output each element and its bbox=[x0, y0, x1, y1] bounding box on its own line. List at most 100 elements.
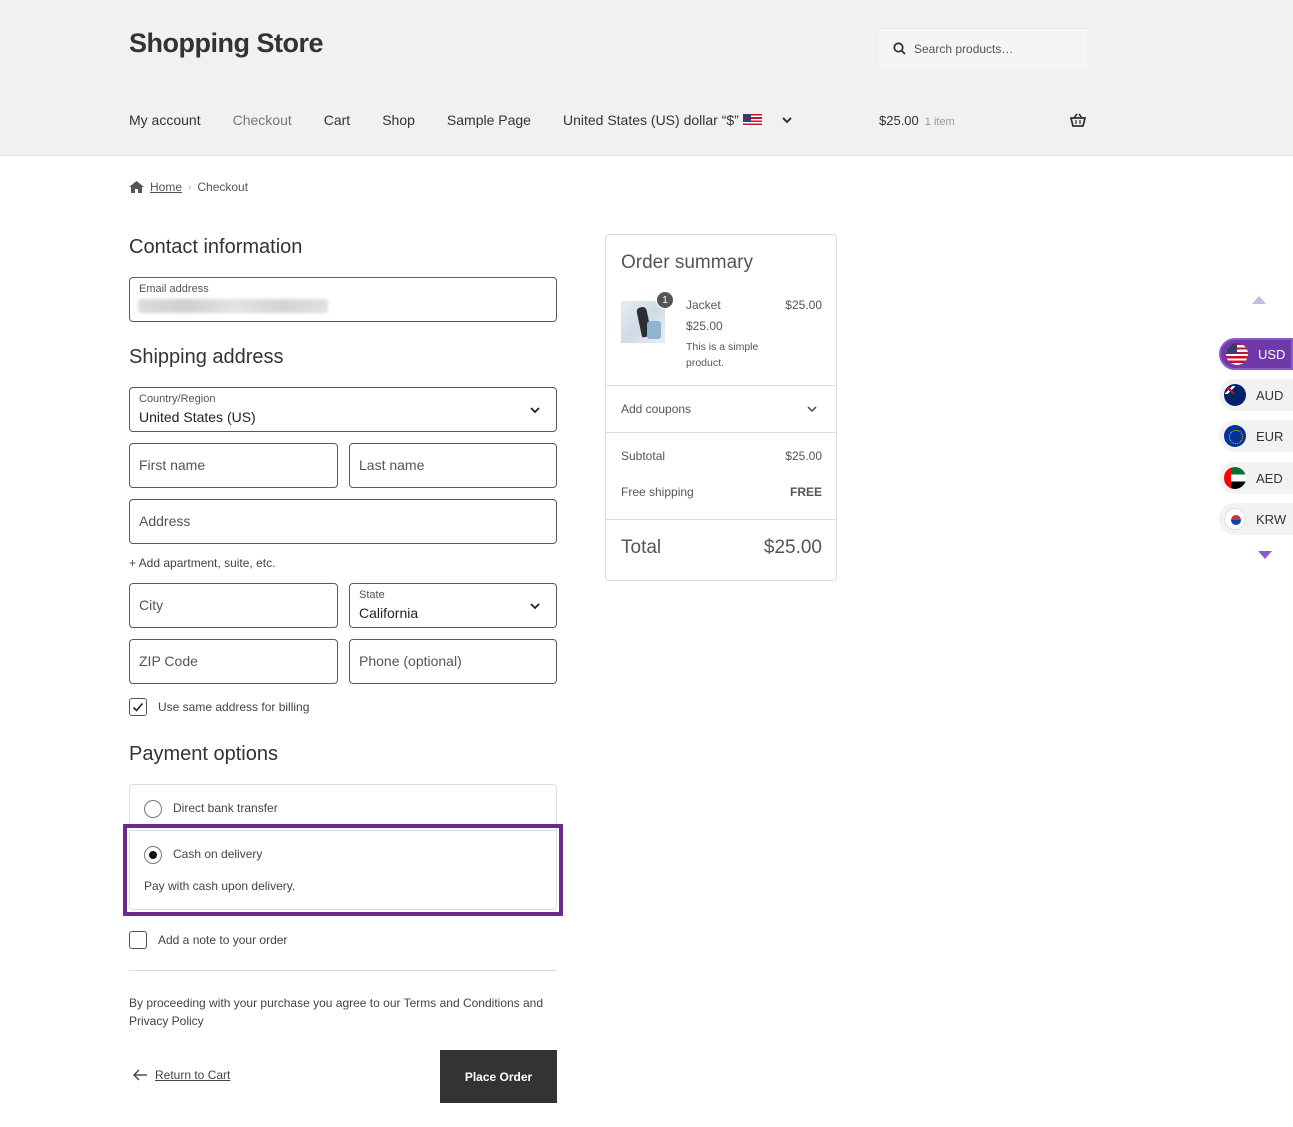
country-value: United States (US) bbox=[139, 409, 256, 425]
currency-dropdown-label: United States (US) dollar “$” bbox=[562, 112, 739, 128]
state-label: State bbox=[359, 589, 385, 601]
checkmark-icon bbox=[132, 702, 144, 712]
currency-eur[interactable]: EUR bbox=[1219, 420, 1293, 452]
header-cart[interactable]: $25.00 1 item bbox=[879, 113, 955, 128]
shipping-heading: Shipping address bbox=[129, 346, 284, 368]
phone-placeholder: Phone (optional) bbox=[359, 653, 462, 669]
subtotal-label: Subtotal bbox=[621, 449, 666, 463]
currency-code: EUR bbox=[1256, 428, 1284, 444]
site-title[interactable]: Shopping Store bbox=[129, 28, 323, 59]
last-name-placeholder: Last name bbox=[359, 457, 425, 473]
australia-flag-icon bbox=[1224, 384, 1246, 406]
place-order-button[interactable]: Place Order bbox=[440, 1050, 557, 1103]
total-label: Total bbox=[621, 537, 662, 558]
first-name-field[interactable]: First name bbox=[129, 443, 338, 488]
same-billing-checkbox[interactable] bbox=[129, 698, 147, 716]
order-summary-heading: Order summary bbox=[621, 252, 753, 273]
main-nav: My account Checkout Cart Shop Sample Pag… bbox=[129, 112, 794, 128]
same-billing-label[interactable]: Use same address for billing bbox=[158, 700, 309, 714]
product-name: Jacket bbox=[686, 298, 721, 312]
add-coupons-toggle[interactable]: Add coupons bbox=[621, 402, 691, 416]
return-to-cart-link[interactable]: Return to Cart bbox=[133, 1068, 230, 1082]
order-note-checkbox[interactable] bbox=[129, 931, 147, 949]
nav-shop[interactable]: Shop bbox=[382, 112, 415, 128]
checkout-divider bbox=[129, 970, 557, 971]
state-select[interactable]: State California bbox=[349, 583, 557, 628]
country-label: Country/Region bbox=[139, 393, 216, 405]
nav-cart[interactable]: Cart bbox=[324, 112, 350, 128]
product-unit-price: $25.00 bbox=[686, 319, 723, 333]
email-value-redacted bbox=[138, 299, 328, 313]
shipping-value: FREE bbox=[789, 485, 822, 499]
currency-code: KRW bbox=[1256, 511, 1287, 527]
product-line-total: $25.00 bbox=[785, 298, 822, 312]
last-name-field[interactable]: Last name bbox=[349, 443, 557, 488]
state-value: California bbox=[359, 605, 419, 621]
bank-transfer-label[interactable]: Direct bank transfer bbox=[173, 801, 278, 815]
basket-icon[interactable] bbox=[1070, 113, 1086, 127]
order-note-label[interactable]: Add a note to your order bbox=[158, 933, 287, 947]
order-summary: Order summary 1 Jacket $25.00 $25.00 Thi… bbox=[605, 234, 837, 581]
us-flag-icon bbox=[742, 113, 762, 127]
nav-sample-page[interactable]: Sample Page bbox=[447, 112, 531, 128]
scroll-up-icon[interactable] bbox=[1252, 296, 1266, 304]
us-flag-icon bbox=[1226, 343, 1248, 365]
address-field[interactable]: Address bbox=[129, 499, 557, 544]
nav-my-account[interactable]: My account bbox=[129, 112, 201, 128]
arrow-left-icon bbox=[133, 1069, 147, 1081]
zip-field[interactable]: ZIP Code bbox=[129, 639, 338, 684]
search-icon bbox=[893, 42, 906, 55]
country-select[interactable]: Country/Region United States (US) bbox=[129, 387, 557, 432]
city-field[interactable]: City bbox=[129, 583, 338, 628]
address-placeholder: Address bbox=[139, 513, 191, 529]
currency-krw[interactable]: KRW bbox=[1219, 503, 1293, 535]
bank-transfer-radio[interactable] bbox=[144, 800, 162, 818]
terms-text: By proceeding with your purchase you agr… bbox=[129, 996, 544, 1028]
chevron-down-icon[interactable] bbox=[806, 403, 818, 415]
eu-flag-icon bbox=[1224, 425, 1246, 447]
currency-usd[interactable]: USD bbox=[1219, 338, 1293, 370]
email-label: Email address bbox=[139, 283, 209, 295]
product-thumbnail bbox=[621, 301, 665, 343]
currency-dropdown[interactable]: United States (US) dollar “$” bbox=[563, 112, 794, 128]
breadcrumb: Home › Checkout bbox=[129, 180, 248, 194]
currency-code: AED bbox=[1256, 470, 1283, 486]
product-description: This is a simple product. bbox=[686, 341, 759, 369]
summary-divider bbox=[606, 432, 836, 433]
cash-on-delivery-radio[interactable] bbox=[144, 846, 162, 864]
chevron-down-icon bbox=[530, 407, 540, 414]
search-box[interactable] bbox=[879, 28, 1087, 68]
shipping-label: Free shipping bbox=[621, 485, 694, 499]
summary-divider bbox=[606, 519, 836, 520]
add-apartment-link[interactable]: + Add apartment, suite, etc. bbox=[129, 556, 275, 570]
summary-divider bbox=[606, 385, 836, 386]
cash-on-delivery-description: Pay with cash upon delivery. bbox=[144, 879, 296, 893]
chevron-down-icon bbox=[530, 603, 540, 610]
cart-count: 1 item bbox=[924, 116, 955, 128]
currency-code: USD bbox=[1258, 346, 1286, 362]
site-header: Shopping Store My account Checkout Cart … bbox=[0, 0, 1293, 156]
scroll-down-icon[interactable] bbox=[1258, 551, 1272, 559]
chevron-down-icon bbox=[782, 117, 792, 124]
selected-payment-highlight bbox=[123, 824, 563, 916]
breadcrumb-current: Checkout bbox=[197, 180, 249, 194]
cart-total: $25.00 bbox=[879, 113, 919, 128]
email-field[interactable]: Email address bbox=[129, 277, 557, 322]
cash-on-delivery-label[interactable]: Cash on delivery bbox=[173, 847, 262, 861]
korea-flag-icon bbox=[1224, 508, 1246, 530]
quantity-badge: 1 bbox=[656, 291, 674, 309]
uae-flag-icon bbox=[1224, 467, 1246, 489]
breadcrumb-home[interactable]: Home bbox=[150, 180, 182, 194]
zip-placeholder: ZIP Code bbox=[139, 653, 198, 669]
breadcrumb-separator-icon: › bbox=[188, 181, 192, 193]
nav-checkout[interactable]: Checkout bbox=[233, 112, 292, 128]
currency-code: AUD bbox=[1256, 387, 1284, 403]
search-input[interactable] bbox=[914, 41, 1074, 56]
currency-aud[interactable]: AUD bbox=[1219, 379, 1293, 411]
return-to-cart-label: Return to Cart bbox=[155, 1068, 231, 1082]
currency-aed[interactable]: AED bbox=[1219, 462, 1293, 494]
phone-field[interactable]: Phone (optional) bbox=[349, 639, 557, 684]
contact-heading: Contact information bbox=[129, 236, 303, 258]
city-placeholder: City bbox=[139, 597, 164, 613]
first-name-placeholder: First name bbox=[139, 457, 206, 473]
